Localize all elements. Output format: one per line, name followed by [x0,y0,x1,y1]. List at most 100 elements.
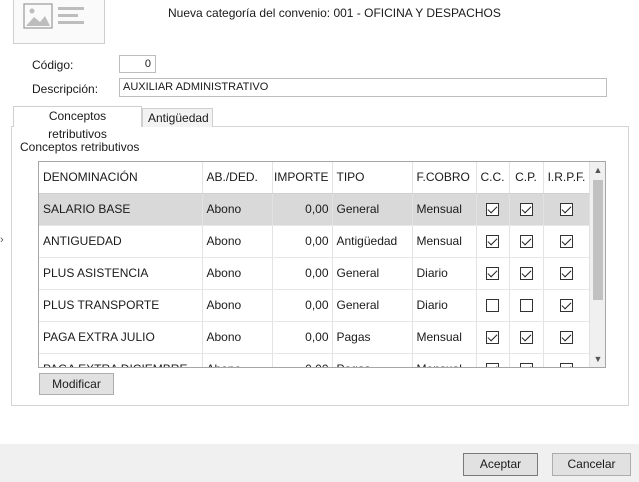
cell-f-cobro: Mensual [412,353,477,367]
aceptar-button[interactable]: Aceptar [463,453,538,476]
cell-irpf [543,353,590,367]
modificar-button[interactable]: Modificar [39,373,114,395]
vertical-scrollbar[interactable]: ▲ ▼ [589,162,605,367]
checkbox-cc[interactable] [486,267,499,281]
col-header-denominacion[interactable]: DENOMINACIÓN [39,162,203,194]
cell-importe: 0,00 [272,193,333,226]
checkbox-cp[interactable] [519,235,533,249]
checkbox-irpf[interactable] [560,203,573,217]
cell-f-cobro: Diario [412,289,477,322]
scrollbar-thumb[interactable] [593,180,603,300]
grid-header-row: DENOMINACIÓN AB./DED. IMPORTE TIPO F.COB… [39,162,590,194]
cell-irpf [543,289,590,322]
cell-irpf [543,321,590,354]
checkbox-cp[interactable] [519,267,533,281]
cell-importe: 0,00 [272,289,333,322]
cell-ab-ded: Abono [202,321,273,354]
cell-f-cobro: Mensual [412,225,477,258]
checkbox-cc[interactable] [486,363,499,367]
table-row[interactable]: PLUS TRANSPORTE Abono 0,00 General Diario [39,289,590,322]
checkbox-cp[interactable] [519,299,533,313]
cell-f-cobro: Mensual [412,193,477,226]
cell-tipo: Antigüedad [332,225,413,258]
section-title: Conceptos retributivos [20,140,140,154]
col-header-ab-ded[interactable]: AB./DED. [202,162,273,194]
cell-tipo: Pagas [332,353,413,367]
cell-cp [509,193,544,226]
cell-cp [509,321,544,354]
table-row[interactable]: SALARIO BASE Abono 0,00 General Mensual [39,193,590,226]
cell-importe: 0,00 [272,353,333,367]
table-row[interactable]: ANTIGUEDAD Abono 0,00 Antigüedad Mensual [39,225,590,258]
col-header-irpf[interactable]: I.R.P.F. [543,162,590,194]
dialog-footer [0,444,639,482]
tab-antiguedad[interactable]: Antigüedad [142,108,213,127]
cell-denominacion: PAGA EXTRA DICIEMBRE [39,353,203,367]
cell-irpf [543,225,590,258]
cell-cc [476,257,510,290]
codigo-input[interactable]: 0 [119,55,156,73]
cell-cc [476,225,510,258]
cell-importe: 0,00 [272,321,333,354]
table-row[interactable]: PLUS ASISTENCIA Abono 0,00 General Diario [39,257,590,290]
tab-conceptos-retributivos[interactable]: Conceptos retributivos [13,106,142,141]
checkbox-irpf[interactable] [560,235,573,249]
cell-ab-ded: Abono [202,353,273,367]
cell-importe: 0,00 [272,257,333,290]
cell-tipo: General [332,193,413,226]
cell-cc [476,289,510,322]
checkbox-irpf[interactable] [560,299,573,313]
cell-denominacion: PAGA EXTRA JULIO [39,321,203,354]
chevron-down-icon[interactable]: ▼ [590,351,605,367]
cell-f-cobro: Mensual [412,321,477,354]
cell-importe: 0,00 [272,225,333,258]
checkbox-cp[interactable] [519,203,533,217]
col-header-cp[interactable]: C.P. [509,162,544,194]
conceptos-table: DENOMINACIÓN AB./DED. IMPORTE TIPO F.COB… [39,162,590,367]
checkbox-cc[interactable] [486,299,499,313]
cell-irpf [543,257,590,290]
table-row[interactable]: PAGA EXTRA JULIO Abono 0,00 Pagas Mensual [39,321,590,354]
checkbox-irpf[interactable] [560,267,573,281]
cell-f-cobro: Diario [412,257,477,290]
cell-denominacion: ANTIGUEDAD [39,225,203,258]
cell-tipo: Pagas [332,321,413,354]
cell-irpf [543,193,590,226]
checkbox-irpf[interactable] [560,331,573,345]
cell-tipo: General [332,289,413,322]
checkbox-cc[interactable] [486,203,499,217]
col-header-cc[interactable]: C.C. [476,162,510,194]
cell-cp [509,257,544,290]
cell-cc [476,321,510,354]
cell-cc [476,193,510,226]
cell-ab-ded: Abono [202,257,273,290]
cell-denominacion: PLUS ASISTENCIA [39,257,203,290]
window-title: Nueva categoría del convenio: 001 - OFIC… [168,6,501,20]
checkbox-cc[interactable] [486,235,499,249]
col-header-tipo[interactable]: TIPO [332,162,413,194]
cell-ab-ded: Abono [202,289,273,322]
col-header-f-cobro[interactable]: F.COBRO [412,162,477,194]
cell-cp [509,353,544,367]
col-header-importe[interactable]: IMPORTE [272,162,333,194]
chevron-right-icon: › [0,234,4,246]
checkbox-cp[interactable] [519,331,533,345]
cell-tipo: General [332,257,413,290]
document-card-icon [13,0,105,44]
chevron-up-icon[interactable]: ▲ [590,162,605,178]
table-row[interactable]: PAGA EXTRA DICIEMBREAbono0,00PagasMensua… [39,353,590,367]
checkbox-cp[interactable] [519,363,533,367]
cell-denominacion: PLUS TRANSPORTE [39,289,203,322]
checkbox-cc[interactable] [486,331,499,345]
cell-cc [476,353,510,367]
conceptos-grid[interactable]: DENOMINACIÓN AB./DED. IMPORTE TIPO F.COB… [38,161,606,368]
cell-cp [509,289,544,322]
cell-ab-ded: Abono [202,193,273,226]
cancelar-button[interactable]: Cancelar [552,453,631,476]
cell-denominacion: SALARIO BASE [39,193,203,226]
codigo-label: Código: [32,58,74,72]
cell-cp [509,225,544,258]
checkbox-irpf[interactable] [560,363,573,367]
descripcion-input[interactable]: AUXILIAR ADMINISTRATIVO [119,78,607,97]
descripcion-label: Descripción: [32,82,99,96]
